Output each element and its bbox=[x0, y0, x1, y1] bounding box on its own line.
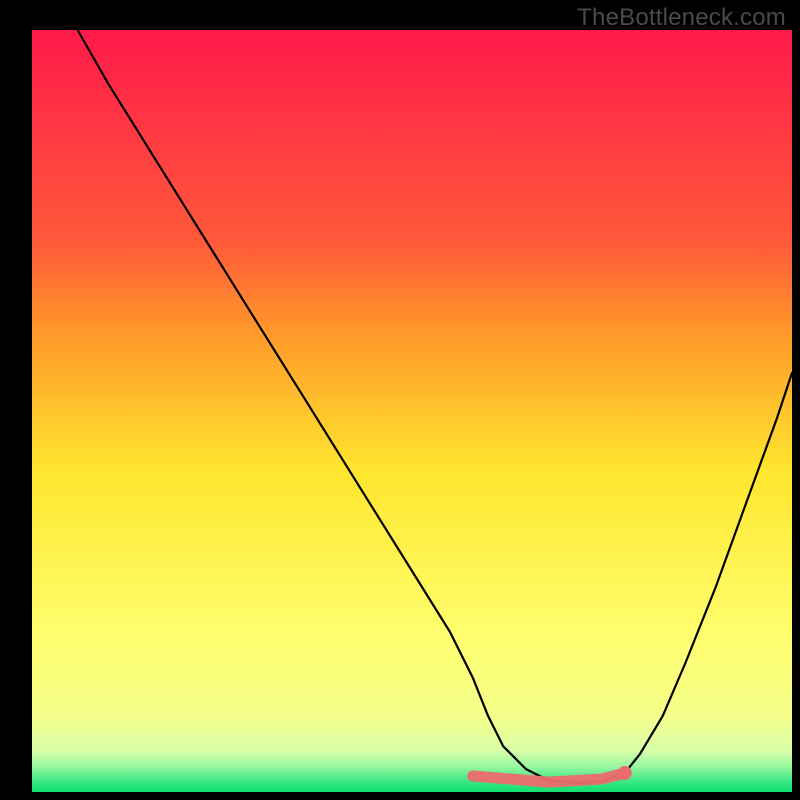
chart-container: TheBottleneck.com bbox=[0, 0, 800, 800]
chart-svg bbox=[0, 0, 800, 800]
watermark-text: TheBottleneck.com bbox=[577, 4, 786, 32]
